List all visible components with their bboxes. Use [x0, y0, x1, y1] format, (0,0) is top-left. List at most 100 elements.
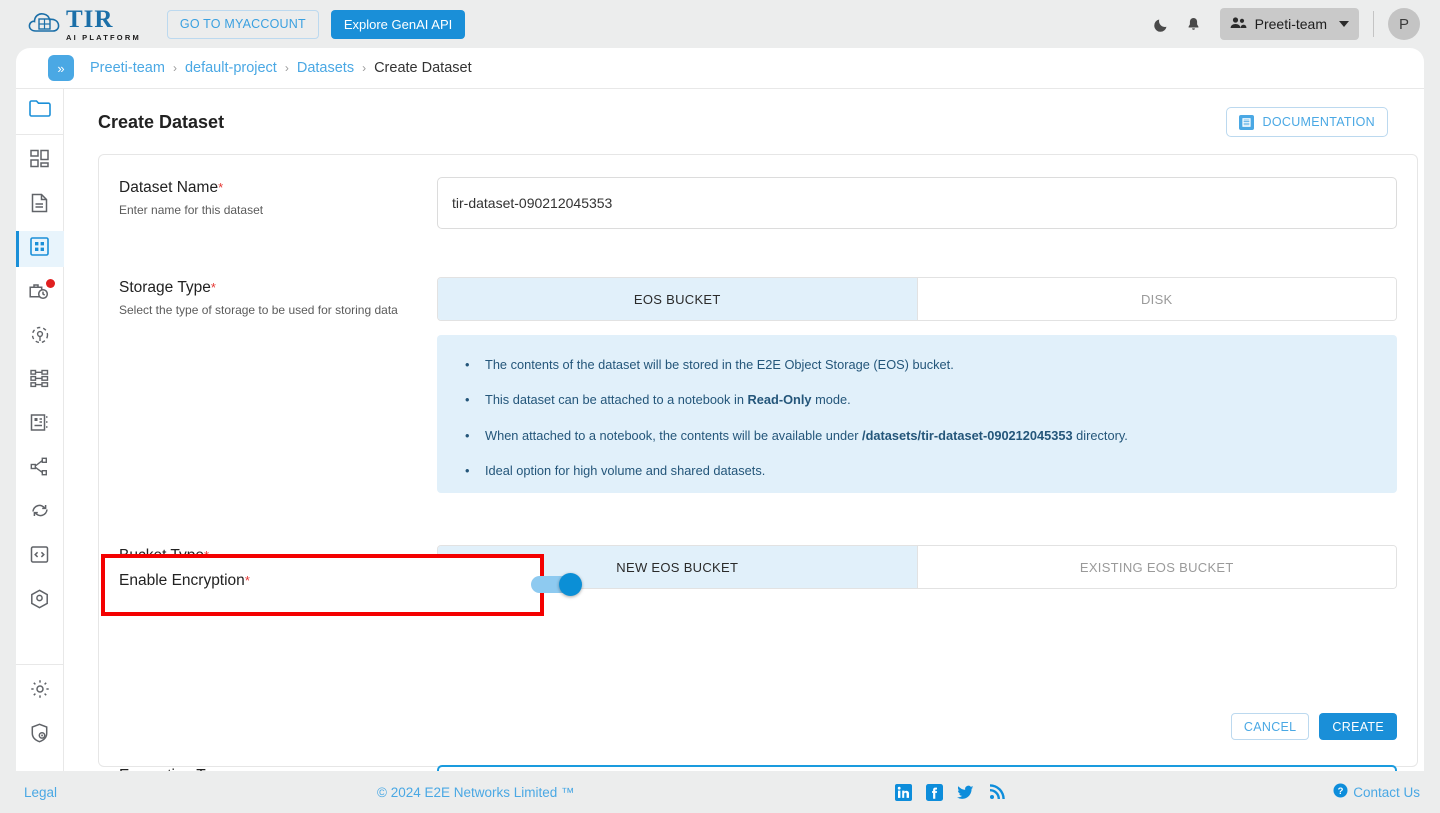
toggle-thumb — [559, 573, 582, 596]
dataset-name-label-group: Dataset Name* Enter name for this datase… — [119, 177, 437, 229]
contact-us-label: Contact Us — [1353, 784, 1420, 800]
bullet-icon: • — [465, 392, 470, 408]
info-bullet-text: This dataset can be attached to a notebo… — [485, 392, 851, 407]
storage-type-option-eos-bucket[interactable]: EOS BUCKET — [438, 278, 917, 320]
dataset-name-label-text: Dataset Name — [119, 179, 219, 196]
bullet-icon: • — [465, 357, 470, 372]
breadcrumb: » Preeti-team › default-project › Datase… — [16, 48, 1424, 89]
contact-us-link[interactable]: ? Contact Us — [1333, 783, 1420, 801]
info-bullet-pre: Ideal option for high volume and shared … — [485, 463, 766, 479]
breadcrumb-item-datasets[interactable]: Datasets — [297, 60, 354, 76]
info-bullet-pre: The contents of the dataset will be stor… — [485, 357, 954, 372]
info-bullet-bold: /datasets/tir-dataset-090212045353 — [862, 427, 1073, 443]
go-to-myaccount-button[interactable]: GO TO MYACCOUNT — [166, 9, 319, 39]
linkedin-icon[interactable] — [895, 783, 912, 801]
sidebar-item-projects[interactable] — [16, 89, 64, 135]
sidebar-item-datasets[interactable] — [16, 231, 64, 267]
sidebar-expand-toggle[interactable]: » — [48, 55, 74, 81]
sidebar-item-containers[interactable] — [16, 407, 64, 443]
sidebar-item-settings[interactable] — [16, 673, 64, 709]
dataset-name-description: Enter name for this dataset — [119, 203, 264, 217]
breadcrumb-item-team[interactable]: Preeti-team — [90, 60, 165, 76]
logo-title: TIR — [66, 5, 114, 33]
page-header: Create Dataset DOCUMENTATION — [98, 107, 1388, 137]
avatar[interactable]: P — [1388, 8, 1420, 40]
info-bullet-text: The contents of the dataset will be stor… — [485, 357, 954, 372]
info-bullet-pre: This dataset can be attached to a notebo… — [485, 392, 748, 408]
storage-type-field-group: EOS BUCKET DISK • The contents of the da… — [437, 277, 1397, 493]
model-endpoint-icon — [30, 325, 50, 350]
datasets-icon — [30, 237, 49, 261]
sidebar-item-share[interactable] — [16, 451, 64, 487]
storage-type-label-group: Storage Type* Select the type of storage… — [119, 277, 437, 493]
team-icon — [1230, 16, 1247, 33]
cancel-button[interactable]: CANCEL — [1230, 713, 1310, 740]
sync-icon — [30, 501, 50, 525]
bell-icon[interactable] — [1178, 8, 1210, 40]
info-bullet-bold: Read-Only — [747, 392, 812, 408]
breadcrumb-separator: › — [362, 61, 367, 75]
sidebar-item-pipelines[interactable] — [16, 363, 64, 399]
help-circle-icon: ? — [1333, 783, 1348, 801]
create-button[interactable]: CREATE — [1319, 713, 1397, 740]
explore-genai-api-button[interactable]: Explore GenAI API — [330, 9, 466, 39]
go-to-myaccount-label: GO TO MYACCOUNT — [179, 17, 306, 31]
storage-type-label: Storage Type* — [119, 279, 437, 297]
twitter-icon[interactable] — [957, 784, 974, 801]
sidebar-item-documents[interactable] — [16, 187, 64, 223]
required-asterisk: * — [218, 180, 224, 195]
copyright-text: © 2024 E2E Networks Limited ™ — [377, 784, 575, 800]
sidebar-bottom-group — [16, 664, 64, 771]
document-icon — [31, 193, 48, 218]
storage-type-option-disk[interactable]: DISK — [916, 278, 1396, 320]
page-title: Create Dataset — [98, 111, 225, 132]
containers-icon — [30, 413, 49, 437]
package-icon — [30, 588, 49, 614]
sidebar — [16, 89, 64, 771]
field-enable-encryption: Enable Encryption* — [119, 565, 1399, 605]
sidebar-item-jobs[interactable] — [16, 275, 64, 311]
info-bullet: • The contents of the dataset will be st… — [465, 357, 1371, 372]
sidebar-item-model-endpoints[interactable] — [16, 319, 64, 355]
dataset-name-label: Dataset Name* — [119, 179, 437, 197]
form-actions: CANCEL CREATE — [1230, 713, 1397, 740]
tir-logo[interactable]: TIR AI PLATFORM — [28, 7, 141, 42]
breadcrumb-item-project[interactable]: default-project — [185, 60, 277, 76]
moon-icon[interactable] — [1146, 8, 1178, 40]
dataset-name-field-group — [437, 177, 1397, 229]
sidebar-item-sync[interactable] — [16, 495, 64, 531]
facebook-icon[interactable] — [926, 783, 943, 801]
share-nodes-icon — [30, 457, 49, 481]
sidebar-item-code-snippets[interactable] — [16, 539, 64, 575]
team-selector[interactable]: Preeti-team — [1219, 8, 1359, 40]
field-dataset-name: Dataset Name* Enter name for this datase… — [119, 177, 1397, 229]
create-dataset-form: Dataset Name* Enter name for this datase… — [98, 154, 1418, 771]
cloud-logo-icon — [28, 11, 62, 37]
sidebar-item-security[interactable] — [16, 717, 64, 753]
enable-encryption-label: Enable Encryption* — [119, 572, 250, 590]
info-bullet-text: Ideal option for high volume and shared … — [485, 463, 765, 478]
chevron-down-icon — [1339, 21, 1349, 27]
info-bullet: • This dataset can be attached to a note… — [465, 392, 1371, 407]
sidebar-item-dashboard[interactable] — [16, 143, 64, 179]
dashboard-icon — [30, 149, 49, 173]
pipelines-icon — [30, 369, 49, 393]
sidebar-item-packages[interactable] — [16, 583, 64, 619]
top-bar: TIR AI PLATFORM GO TO MYACCOUNT Explore … — [0, 0, 1440, 48]
info-bullet: • When attached to a notebook, the conte… — [465, 428, 1371, 443]
bullet-icon: • — [465, 427, 470, 443]
logo-subtitle: AI PLATFORM — [66, 32, 141, 42]
folder-icon — [28, 99, 51, 122]
storage-type-label-text: Storage Type — [119, 279, 211, 296]
legal-link[interactable]: Legal — [24, 785, 57, 800]
rss-icon[interactable] — [988, 784, 1005, 801]
footer: Legal © 2024 E2E Networks Limited ™ ? Co… — [0, 771, 1440, 813]
storage-type-description: Select the type of storage to be used fo… — [119, 303, 398, 317]
storage-type-info-box: • The contents of the dataset will be st… — [437, 335, 1397, 493]
enable-encryption-toggle[interactable] — [531, 573, 582, 596]
documentation-button[interactable]: DOCUMENTATION — [1225, 107, 1388, 137]
required-asterisk: * — [244, 573, 250, 588]
shield-lock-icon — [30, 722, 49, 748]
dataset-name-input[interactable] — [437, 177, 1397, 229]
field-storage-type: Storage Type* Select the type of storage… — [119, 277, 1397, 493]
